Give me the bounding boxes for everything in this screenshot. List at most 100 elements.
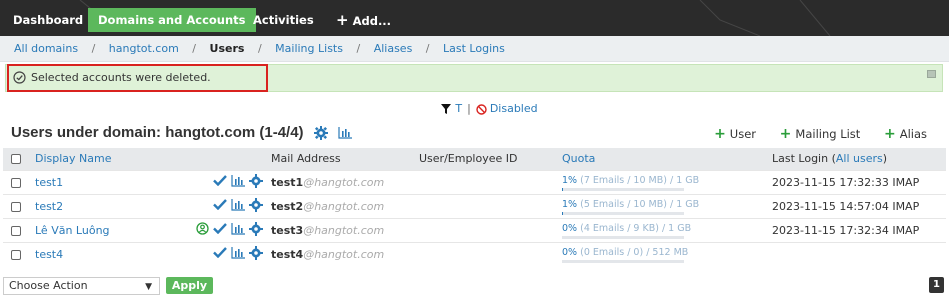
row-checkbox[interactable] (11, 225, 21, 236)
mail-domain: @hangtot.com (303, 175, 385, 189)
breadcrumb-users: Users (209, 42, 245, 55)
bar-chart-icon[interactable] (231, 198, 245, 211)
add-mailing-list-button[interactable]: + Mailing List (779, 126, 861, 142)
row-actions (161, 193, 271, 218)
settings-button[interactable] (249, 245, 263, 263)
quota-percent: 1% (562, 175, 578, 186)
breadcrumb-mailing-lists[interactable]: Mailing Lists (275, 36, 343, 62)
gear-icon[interactable] (249, 197, 263, 212)
admin-badge-icon (196, 222, 209, 235)
add-user-label: User (729, 127, 757, 141)
quota-text: 0% (0 Emails / 0) / 512 MB (562, 247, 688, 258)
check-icon[interactable] (213, 199, 227, 211)
bar-chart-icon[interactable] (231, 222, 245, 235)
bar-chart-icon[interactable] (231, 246, 245, 259)
breadcrumb-all-domains[interactable]: All domains (14, 36, 78, 62)
breadcrumb-domain[interactable]: hangtot.com (109, 36, 179, 62)
settings-button[interactable] (249, 197, 263, 215)
settings-button[interactable] (249, 221, 263, 239)
gear-icon[interactable] (249, 245, 263, 260)
row-checkbox[interactable] (11, 249, 21, 260)
gear-icon[interactable] (249, 173, 263, 188)
tab-add-label: Add... (352, 14, 392, 28)
alert-message-box: Selected accounts were deleted. (7, 64, 268, 92)
quota-text: 0% (4 Emails / 9 KB) / 1 GB (562, 223, 691, 234)
stats-button[interactable] (231, 174, 245, 190)
breadcrumb-separator: / (257, 42, 262, 55)
check-icon[interactable] (213, 247, 227, 259)
tab-add[interactable]: + Add... (326, 8, 401, 32)
all-users-link[interactable]: All users (836, 152, 883, 165)
users-table: Display Name Mail Address User/Employee … (3, 148, 946, 266)
quota-percent: 1% (562, 199, 578, 210)
choose-action-select[interactable]: Choose Action ▼ (3, 277, 160, 295)
header-user-id: User/Employee ID (419, 152, 518, 166)
page-number-button[interactable]: 1 (929, 277, 944, 293)
row-checkbox[interactable] (11, 177, 21, 188)
stats-button[interactable] (231, 246, 245, 262)
check-icon[interactable] (213, 223, 227, 235)
plus-icon: + (883, 126, 896, 142)
page-title-text: Users under domain: hangtot.com (1-4/4) (11, 124, 304, 141)
last-login: 2023-11-15 14:57:04 IMAP (772, 199, 920, 213)
bar-chart-icon[interactable] (231, 174, 245, 187)
enabled-check[interactable] (213, 223, 227, 237)
header-quota[interactable]: Quota (562, 152, 595, 165)
stats-button[interactable] (231, 222, 245, 238)
enabled-check[interactable] (213, 199, 227, 213)
breadcrumb: All domains / hangtot.com / Users / Mail… (0, 36, 949, 62)
display-name-link[interactable]: test1 (35, 176, 63, 189)
quota-bar (562, 236, 684, 239)
account-filter: T | Disabled (0, 101, 949, 117)
gear-icon[interactable] (313, 126, 328, 140)
display-name-link[interactable]: test4 (35, 248, 63, 261)
bar-chart-icon[interactable] (338, 127, 352, 139)
header-icons (161, 148, 271, 170)
choose-action-value: Choose Action (9, 279, 88, 292)
breadcrumb-separator: / (356, 42, 361, 55)
tab-dashboard[interactable]: Dashboard (3, 8, 93, 32)
row-checkbox[interactable] (11, 201, 21, 212)
add-alias-label: Alias (899, 127, 927, 141)
apply-button[interactable]: Apply (166, 277, 213, 294)
breadcrumb-aliases[interactable]: Aliases (374, 36, 413, 62)
display-name-link[interactable]: test2 (35, 200, 63, 213)
table-row: test1 test1@hangtot.com 1% (7 Emails / 10 … (3, 169, 946, 194)
select-all-checkbox[interactable] (11, 154, 21, 165)
plus-icon: + (779, 126, 792, 142)
gear-icon[interactable] (249, 221, 263, 236)
add-mailing-list-label: Mailing List (795, 127, 861, 141)
quota-detail: (5 Emails / 10 MB) / 1 GB (580, 199, 700, 210)
breadcrumb-last-logins[interactable]: Last Logins (443, 36, 505, 62)
mail-local-part: test2 (271, 199, 304, 213)
breadcrumb-separator: / (192, 42, 197, 55)
display-name-link[interactable]: Lê Văn Luông (35, 224, 110, 237)
quota-bar-fill (562, 212, 564, 215)
plus-icon: + (714, 126, 726, 142)
quota-detail: (4 Emails / 9 KB) / 1 GB (580, 223, 692, 234)
quota-bar (562, 260, 684, 264)
header-last-login-close: ) (882, 152, 888, 166)
add-user-button[interactable]: + User (714, 126, 757, 142)
quota-bar (562, 212, 684, 215)
table-row: test4 test4@hangtot.com 0% (0 Emails / 0) … (3, 241, 946, 266)
tab-domains-and-accounts[interactable]: Domains and Accounts (88, 8, 256, 32)
stats-button[interactable] (231, 198, 245, 214)
filter-t-link[interactable]: T (455, 102, 462, 115)
header-display-name[interactable]: Display Name (35, 152, 112, 165)
filter-disabled-link[interactable]: Disabled (490, 102, 538, 115)
quota-percent: 0% (562, 223, 578, 234)
tab-activities[interactable]: Activities (243, 8, 324, 32)
enabled-check[interactable] (213, 175, 227, 189)
add-alias-button[interactable]: + Alias (883, 126, 927, 142)
enabled-check[interactable] (213, 247, 227, 261)
header-last-login: Last Login ( (772, 152, 836, 166)
admin-badge (196, 222, 209, 238)
check-icon[interactable] (213, 175, 227, 187)
close-icon[interactable] (927, 70, 936, 78)
settings-button[interactable] (249, 173, 263, 191)
quota-text: 1% (5 Emails / 10 MB) / 1 GB (562, 199, 699, 210)
mail-local-part: test3 (271, 223, 304, 237)
plus-icon: + (336, 11, 349, 29)
add-actions: + User + Mailing List + Alias (694, 126, 927, 142)
